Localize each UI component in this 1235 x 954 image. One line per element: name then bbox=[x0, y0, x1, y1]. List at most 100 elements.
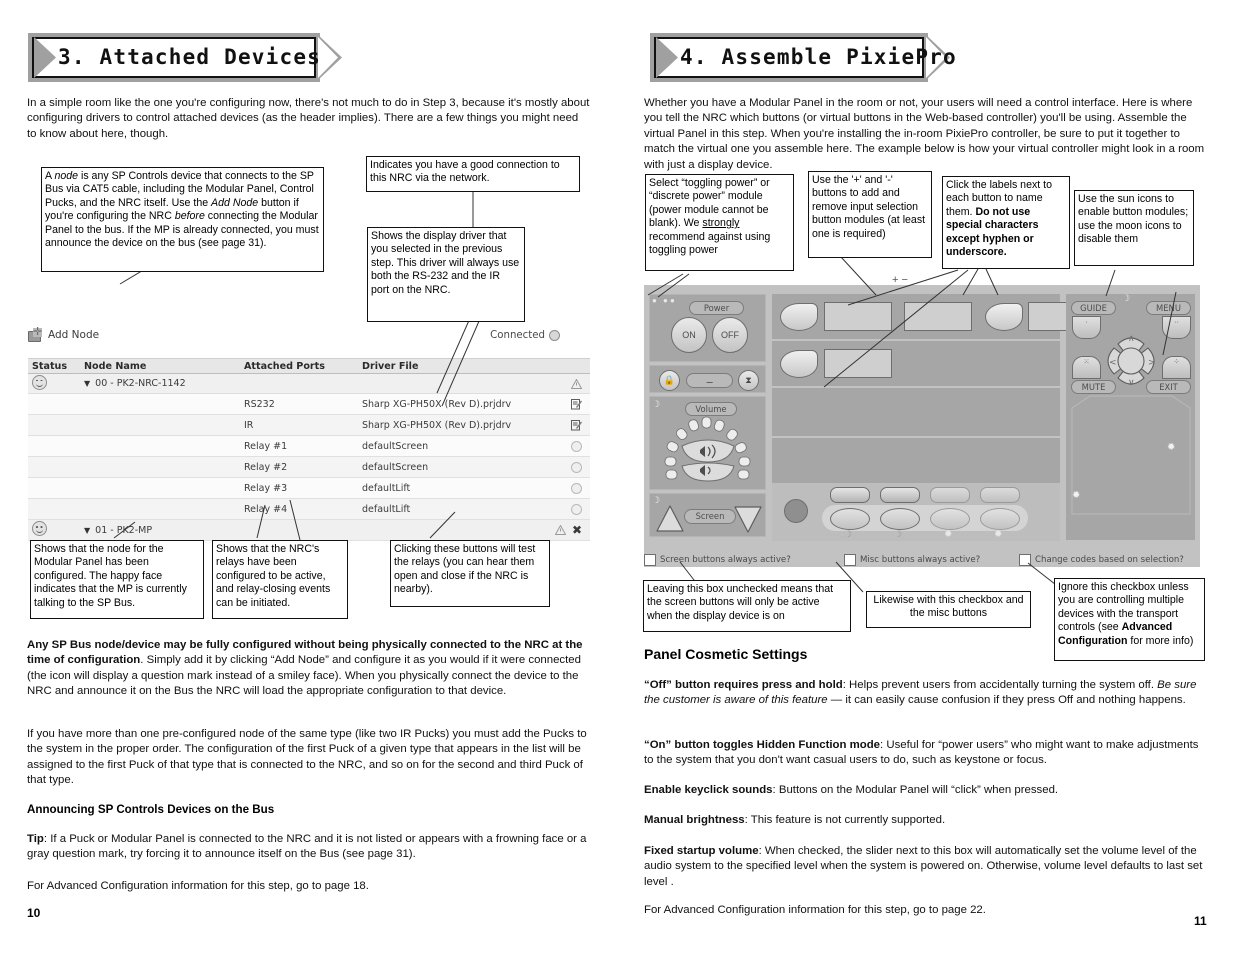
remove-node-icon[interactable]: ✖ bbox=[572, 524, 582, 536]
mute-label[interactable]: MUTE bbox=[1071, 380, 1116, 394]
checkbox-icon[interactable] bbox=[644, 554, 656, 566]
setting-off-button: “Off” button requires press and hold: He… bbox=[644, 678, 1206, 709]
moon-icon[interactable]: ● bbox=[652, 296, 657, 305]
table-row[interactable]: Relay #3 defaultLift bbox=[28, 478, 590, 499]
input-label-field[interactable] bbox=[1028, 302, 1070, 331]
menu-label[interactable]: MENU bbox=[1146, 301, 1191, 315]
moon-icon[interactable]: ☽ bbox=[844, 529, 852, 540]
volume-label[interactable]: Volume bbox=[685, 402, 737, 416]
table-row[interactable]: RS232 Sharp XG-PH50X (Rev D).prjdrv bbox=[28, 394, 590, 415]
input-button-icon[interactable] bbox=[780, 303, 818, 331]
power-off-button[interactable]: OFF bbox=[712, 317, 748, 353]
callout-mp-node: Shows that the node for the Modular Pane… bbox=[30, 540, 204, 619]
relay-test-button[interactable] bbox=[571, 503, 582, 515]
callout-good-connection: Indicates you have a good connection to … bbox=[366, 156, 580, 192]
screen-up-button[interactable] bbox=[655, 504, 685, 534]
transport-top-button[interactable] bbox=[980, 487, 1020, 503]
checkbox-icon[interactable] bbox=[1019, 554, 1031, 566]
input-label-field[interactable] bbox=[824, 302, 892, 331]
transport-button[interactable] bbox=[830, 508, 870, 530]
transport-power-button[interactable] bbox=[784, 499, 808, 523]
exit-button[interactable]: ⁘ bbox=[1162, 356, 1191, 379]
input-select-row[interactable] bbox=[772, 341, 1060, 388]
status-smiley-icon bbox=[32, 374, 47, 390]
input-label-field[interactable] bbox=[824, 349, 892, 378]
moon-icon[interactable]: ☽ bbox=[1122, 293, 1130, 304]
misc-slider[interactable]: ⚊ bbox=[686, 373, 733, 388]
input-label-field[interactable] bbox=[904, 302, 972, 331]
empty-module-row[interactable] bbox=[772, 388, 1060, 438]
expand-caret-icon[interactable]: ▼ bbox=[84, 379, 90, 388]
relay-test-button[interactable] bbox=[571, 482, 582, 494]
lock-icon-button[interactable]: 🔒 bbox=[659, 370, 680, 391]
checkbox-label: Change codes based on selection? bbox=[1035, 555, 1184, 565]
moon-icon[interactable]: ☽ bbox=[652, 399, 660, 410]
guide-label[interactable]: GUIDE bbox=[1071, 301, 1116, 315]
checkbox-misc-always-active[interactable]: Misc buttons always active? bbox=[844, 554, 1019, 566]
setting-rest: : Helps prevent users from accidentally … bbox=[842, 679, 1158, 691]
sun-icon[interactable]: ✹ bbox=[944, 529, 952, 540]
edit-driver-icon[interactable] bbox=[571, 398, 582, 410]
exit-label[interactable]: EXIT bbox=[1146, 380, 1191, 394]
input-button-icon[interactable] bbox=[985, 303, 1023, 331]
table-row[interactable]: ▼ 00 - PK2-NRC-1142 bbox=[28, 374, 590, 394]
power-label[interactable]: Power bbox=[689, 301, 744, 315]
right-banner-title: 4. Assemble PixiePro bbox=[680, 45, 957, 69]
checkbox-icon[interactable] bbox=[844, 554, 856, 566]
table-row[interactable]: ▼ 01 - PK2-MP ✖ bbox=[28, 520, 590, 541]
checkbox-screen-always-active[interactable]: Screen buttons always active? bbox=[644, 554, 844, 566]
driver-file: Sharp XG-PH50X (Rev D).prjdrv bbox=[362, 419, 512, 431]
input-select-row[interactable] bbox=[772, 294, 1070, 341]
setting-lead: “On” button toggles Hidden Function mode bbox=[644, 739, 881, 751]
empty-module-row[interactable] bbox=[772, 438, 1060, 488]
table-row[interactable]: Relay #4 defaultLift bbox=[28, 499, 590, 520]
warning-icon[interactable] bbox=[554, 525, 566, 535]
moon-icon[interactable]: ☽ bbox=[894, 529, 902, 540]
add-remove-module-controls[interactable]: +− bbox=[892, 274, 911, 286]
callout-relays: Shows that the NRC's relays have been co… bbox=[212, 540, 348, 619]
power-on-button[interactable]: ON bbox=[671, 317, 707, 353]
para-advanced-config-right: For Advanced Configuration information f… bbox=[644, 904, 986, 916]
relay-test-button[interactable] bbox=[571, 440, 582, 452]
node-name: 00 - PK2-NRC-1142 bbox=[95, 378, 186, 389]
setting-lead: “Off” button requires press and hold bbox=[644, 679, 843, 691]
mute-button[interactable]: ⁙ bbox=[1072, 356, 1101, 379]
screen-down-button[interactable] bbox=[733, 504, 763, 534]
table-row[interactable]: IR Sharp XG-PH50X (Rev D).prjdrv bbox=[28, 415, 590, 436]
add-node-button[interactable]: ✛ Add Node bbox=[28, 326, 99, 342]
checkbox-label: Screen buttons always active? bbox=[660, 555, 791, 565]
moon-icon[interactable]: ● bbox=[663, 296, 668, 305]
hourglass-icon-button[interactable]: ⧗ bbox=[738, 370, 759, 391]
table-row[interactable]: Relay #1 defaultScreen bbox=[28, 436, 590, 457]
misc-module[interactable]: 🔒 ⚊ ⧗ bbox=[649, 365, 766, 393]
transport-top-button[interactable] bbox=[880, 487, 920, 503]
power-module[interactable]: ● ● ● Power ON OFF bbox=[649, 294, 766, 362]
driver-file: defaultLift bbox=[362, 482, 411, 494]
transport-button[interactable] bbox=[880, 508, 920, 530]
sun-icon[interactable]: ✹ bbox=[1167, 442, 1175, 453]
screen-module[interactable]: ☽ Screen bbox=[649, 493, 766, 537]
callout-display-driver: Shows the display driver that you select… bbox=[367, 227, 525, 322]
status-smiley-icon bbox=[32, 521, 47, 536]
sun-icon[interactable]: ✹ bbox=[1072, 490, 1080, 501]
checkbox-change-codes[interactable]: Change codes based on selection? bbox=[1019, 554, 1184, 566]
relay-test-button[interactable] bbox=[571, 461, 582, 473]
table-row[interactable]: Relay #2 defaultScreen bbox=[28, 457, 590, 478]
warning-icon[interactable] bbox=[571, 378, 582, 389]
screen-label[interactable]: Screen bbox=[684, 509, 736, 524]
sun-icon[interactable]: ✹ bbox=[994, 529, 1002, 540]
volume-module[interactable]: ☽ Volume bbox=[649, 396, 766, 490]
moon-icon[interactable]: ● bbox=[670, 296, 675, 305]
panel-left-column: ● ● ● Power ON OFF 🔒 ⚊ ⧗ ☽ Volume ☽ Scre… bbox=[649, 294, 766, 540]
transport-button[interactable] bbox=[980, 508, 1020, 530]
callout-misc-checkbox: Likewise with this checkbox and the misc… bbox=[866, 591, 1031, 628]
transport-top-button[interactable] bbox=[830, 487, 870, 503]
expand-caret-icon[interactable]: ▼ bbox=[84, 526, 90, 535]
callout-labels: Click the labels next to each button to … bbox=[942, 176, 1070, 269]
input-button-icon[interactable] bbox=[780, 350, 818, 378]
remove-module-button[interactable]: − bbox=[901, 274, 910, 286]
transport-button[interactable] bbox=[930, 508, 970, 530]
edit-driver-icon[interactable] bbox=[571, 419, 582, 431]
transport-top-button[interactable] bbox=[930, 487, 970, 503]
connected-indicator-icon bbox=[549, 330, 560, 341]
